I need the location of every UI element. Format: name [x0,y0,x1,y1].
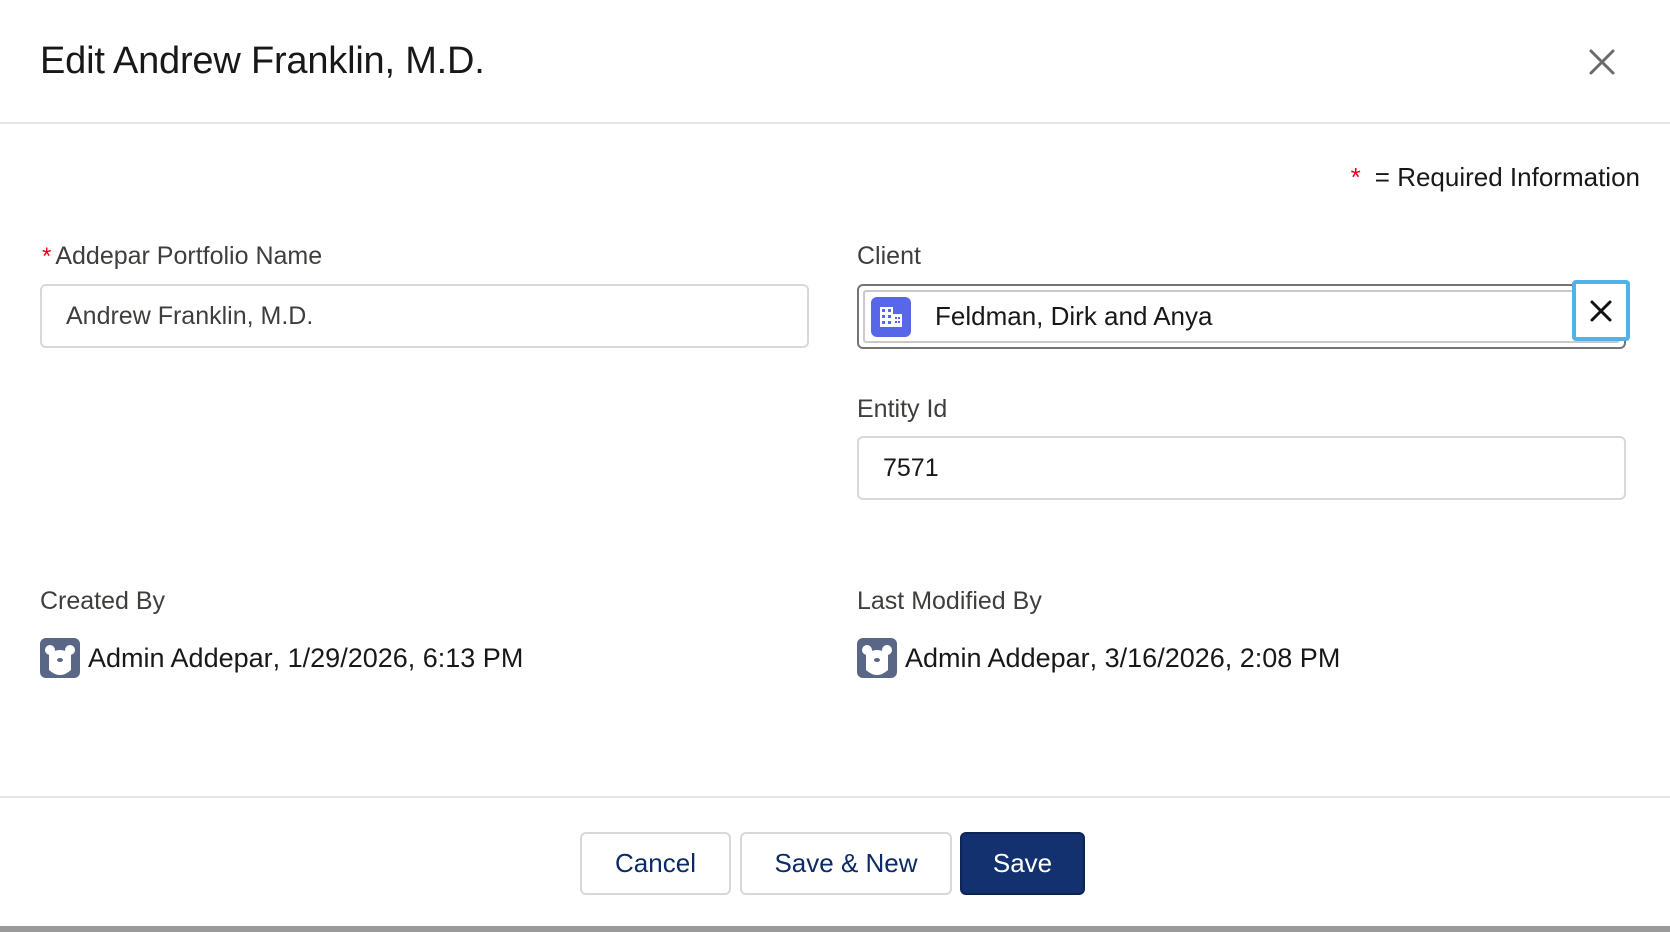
last-modified-by-value: Admin Addepar, 3/16/2026, 2:08 PM [857,638,1340,678]
last-modified-by-timestamp: 3/16/2026, 2:08 PM [1104,642,1341,673]
account-building-icon [871,296,911,337]
user-avatar-icon [857,638,897,678]
created-by-value: Admin Addepar, 1/29/2026, 6:13 PM [40,638,523,678]
created-by-label-text: Created By [40,587,166,615]
last-modified-by-user[interactable]: Admin Addepar [905,643,1090,674]
created-by-separator: , [272,642,288,673]
required-star: * [42,242,52,270]
close-button[interactable] [1580,40,1624,84]
created-by-user[interactable]: Admin Addepar [88,643,273,674]
client-value: Feldman, Dirk and Anya [935,301,1213,331]
client-lookup[interactable]: Feldman, Dirk and Anya [857,280,1630,349]
footer-divider [0,926,1670,932]
entity-id-label: Entity Id [857,395,947,424]
portfolio-name-label-text: Addepar Portfolio Name [55,242,323,270]
close-icon [1589,49,1615,75]
client-label-text: Client [857,242,921,270]
clear-x-icon [1590,300,1612,321]
last-modified-by-separator: , [1089,642,1105,673]
portfolio-name-value: Andrew Franklin, M.D. [66,301,314,330]
entity-id-value: 7571 [883,453,939,482]
client-label: Client [857,242,921,271]
required-info-text: = Required Information [1374,162,1640,192]
user-avatar-icon [40,638,80,678]
save-button[interactable]: Save [960,832,1085,895]
required-star: * [1350,162,1361,192]
portfolio-name-input[interactable]: Andrew Franklin, M.D. [40,284,809,348]
save-and-new-button[interactable]: Save & New [740,832,952,895]
portfolio-name-label: * Addepar Portfolio Name [42,242,322,271]
modal-title: Edit Andrew Franklin, M.D. [40,40,485,82]
required-info-legend: * = Required Information [1351,162,1640,193]
created-by-label: Created By [40,587,165,616]
client-lookup-pill: Feldman, Dirk and Anya [863,290,1620,343]
clear-selection-button[interactable] [1572,280,1630,341]
modal-header: Edit Andrew Franklin, M.D. [0,0,1670,124]
entity-id-input[interactable]: 7571 [857,436,1626,500]
last-modified-by-label: Last Modified By [857,587,1042,616]
created-by-timestamp: 1/29/2026, 6:13 PM [287,642,524,673]
entity-id-label-text: Entity Id [857,395,948,423]
cancel-button[interactable]: Cancel [580,832,731,895]
last-modified-by-label-text: Last Modified By [857,587,1042,615]
